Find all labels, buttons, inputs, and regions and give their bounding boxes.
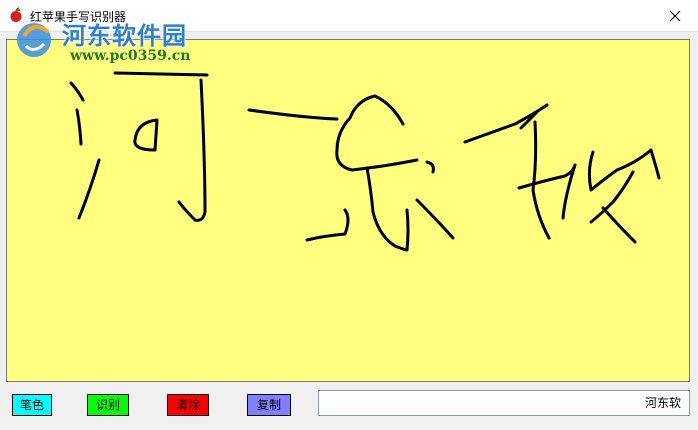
- handwriting-strokes: [69, 71, 661, 252]
- apple-icon: [10, 7, 22, 22]
- close-button[interactable]: [652, 0, 698, 31]
- pen-color-button[interactable]: 笔色: [12, 394, 52, 416]
- close-icon: [669, 10, 681, 21]
- copy-button[interactable]: 复制: [247, 394, 291, 416]
- recognize-button[interactable]: 识别: [87, 394, 129, 416]
- clear-button[interactable]: 清除: [167, 394, 209, 416]
- recognition-result-field[interactable]: 河东软: [318, 390, 690, 416]
- title-bar: 红苹果手写识别器: [0, 0, 698, 32]
- handwriting-canvas[interactable]: [6, 39, 690, 382]
- window-title: 红苹果手写识别器: [30, 10, 127, 24]
